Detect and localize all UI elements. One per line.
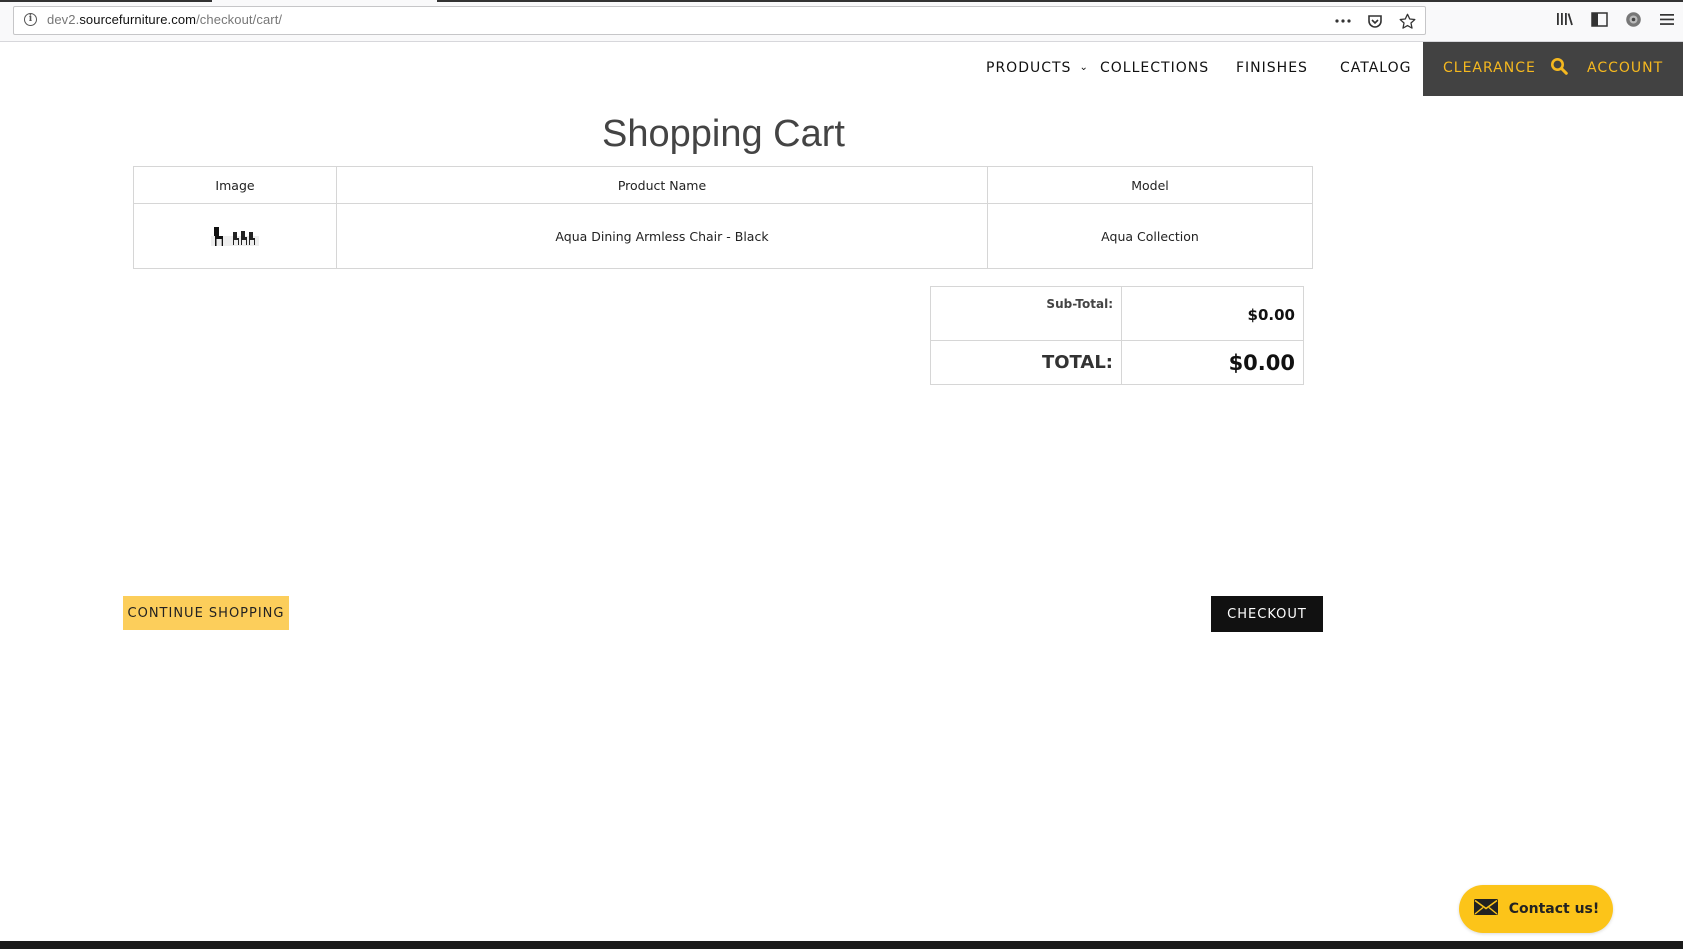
nav-products-label: PRODUCTS bbox=[986, 60, 1072, 76]
column-header-image: Image bbox=[133, 166, 337, 204]
cart-table: Image Product Name Model Aqua Dining Arm… bbox=[133, 166, 1313, 269]
nav-account[interactable]: ACCOUNT bbox=[1587, 60, 1663, 76]
url-prefix: dev2. bbox=[47, 12, 80, 27]
contact-us-button[interactable]: Contact us! bbox=[1459, 885, 1613, 933]
menu-icon[interactable] bbox=[1657, 9, 1677, 29]
column-header-product-name: Product Name bbox=[336, 166, 988, 204]
sidebar-icon[interactable] bbox=[1589, 9, 1609, 29]
column-header-model: Model bbox=[987, 166, 1313, 204]
pocket-icon[interactable] bbox=[1365, 11, 1385, 31]
page-edge bbox=[1671, 96, 1683, 941]
chair-set-thumbnail[interactable] bbox=[211, 224, 259, 249]
total-value: $0.00 bbox=[1121, 340, 1304, 385]
product-name-cell[interactable]: Aqua Dining Armless Chair - Black bbox=[336, 203, 988, 269]
address-bar[interactable]: i dev2.sourcefurniture.com/checkout/cart… bbox=[13, 6, 1426, 35]
contact-us-label: Contact us! bbox=[1508, 901, 1600, 917]
product-model-cell: Aqua Collection bbox=[987, 203, 1313, 269]
url-path: /checkout/cart/ bbox=[196, 12, 283, 27]
totals-table: Sub-Total: $0.00 TOTAL: $0.00 bbox=[930, 286, 1304, 385]
chevron-down-icon: ⌄ bbox=[1079, 62, 1089, 73]
nav-highlight-panel: CLEARANCE ACCOUNT bbox=[1423, 42, 1683, 96]
checkout-button[interactable]: CHECKOUT bbox=[1211, 596, 1323, 632]
more-icon[interactable] bbox=[1333, 11, 1353, 31]
nav-clearance[interactable]: CLEARANCE bbox=[1443, 60, 1536, 76]
continue-shopping-button[interactable]: CONTINUE SHOPPING bbox=[123, 596, 289, 630]
tab-indicator bbox=[0, 0, 212, 2]
library-icon[interactable] bbox=[1555, 9, 1575, 29]
nav-finishes[interactable]: FINISHES bbox=[1236, 60, 1308, 76]
bookmark-star-icon[interactable] bbox=[1397, 11, 1417, 31]
table-row: Aqua Dining Armless Chair - Black Aqua C… bbox=[133, 203, 1313, 269]
footer-edge bbox=[0, 941, 1683, 949]
subtotal-value: $0.00 bbox=[1121, 286, 1304, 341]
total-label: TOTAL: bbox=[930, 340, 1122, 385]
tab-indicator bbox=[437, 0, 1683, 2]
search-icon[interactable] bbox=[1550, 57, 1568, 79]
nav-catalog[interactable]: CATALOG bbox=[1340, 60, 1411, 76]
url-domain: sourcefurniture.com bbox=[79, 12, 197, 27]
nav-collections[interactable]: COLLECTIONS bbox=[1100, 60, 1209, 76]
product-image-cell bbox=[133, 203, 337, 269]
table-header-row: Image Product Name Model bbox=[133, 166, 1313, 204]
envelope-icon bbox=[1473, 898, 1499, 920]
total-row: TOTAL: $0.00 bbox=[930, 340, 1304, 385]
page-title: Shopping Cart bbox=[602, 113, 845, 155]
subtotal-label: Sub-Total: bbox=[930, 286, 1122, 341]
main-navigation: PRODUCTS ⌄ COLLECTIONS FINISHES CATALOG C… bbox=[0, 42, 1683, 96]
url-text[interactable]: dev2.sourcefurniture.com/checkout/cart/ bbox=[47, 12, 282, 27]
subtotal-row: Sub-Total: $0.00 bbox=[930, 286, 1304, 341]
nav-products[interactable]: PRODUCTS ⌄ bbox=[986, 60, 1089, 76]
browser-toolbar: i dev2.sourcefurniture.com/checkout/cart… bbox=[0, 0, 1683, 42]
info-icon[interactable]: i bbox=[24, 13, 37, 26]
extension-icon[interactable] bbox=[1623, 9, 1643, 29]
